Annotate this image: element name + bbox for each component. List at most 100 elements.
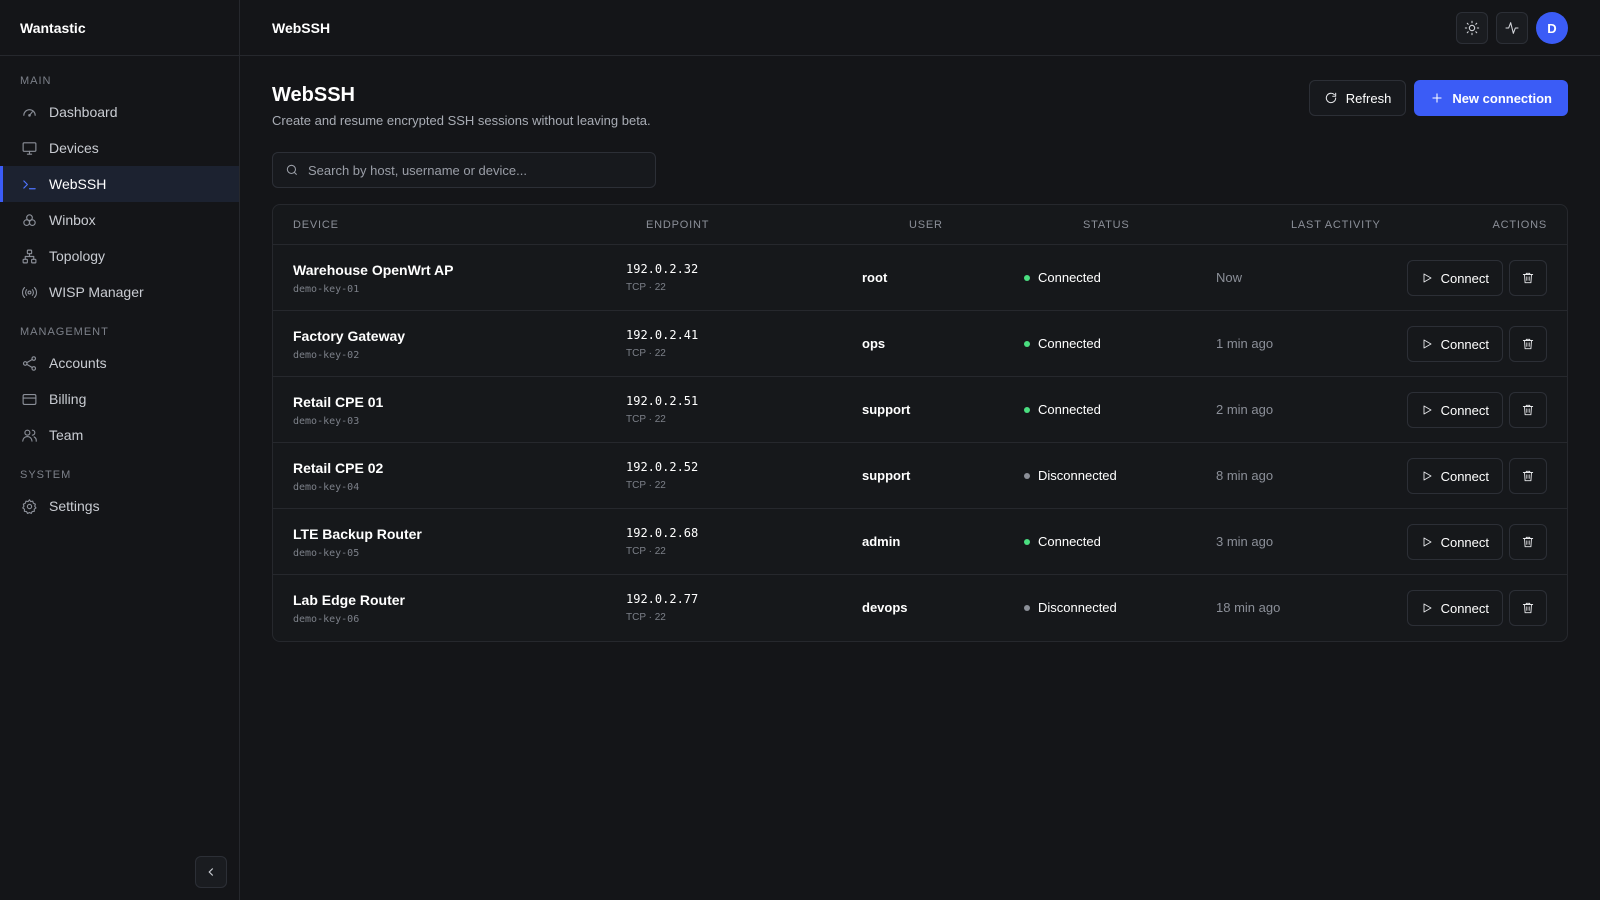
device-name[interactable]: Retail CPE 02 bbox=[293, 460, 383, 476]
endpoint-protocol: TCP · 22 bbox=[626, 348, 666, 359]
column-header-actions: ACTIONS bbox=[1492, 218, 1547, 231]
sidebar-item-label: Winbox bbox=[49, 212, 96, 228]
delete-button[interactable] bbox=[1509, 326, 1547, 362]
radio-icon bbox=[20, 283, 38, 301]
sidebar-item-devices[interactable]: Devices bbox=[0, 130, 239, 166]
new-connection-button[interactable]: New connection bbox=[1414, 80, 1568, 116]
sidebar-item-wisp-manager[interactable]: WISP Manager bbox=[0, 274, 239, 310]
monitor-icon bbox=[20, 139, 38, 157]
connect-button[interactable]: Connect bbox=[1406, 260, 1503, 296]
sidebar-item-settings[interactable]: Settings bbox=[0, 488, 239, 524]
column-header-user[interactable]: USER bbox=[909, 219, 943, 231]
device-key: demo-key-01 bbox=[293, 284, 360, 295]
endpoint-ip: 192.0.2.32 bbox=[626, 262, 699, 276]
column-header-last-activity[interactable]: LAST ACTIVITY bbox=[1291, 219, 1381, 231]
trash-icon bbox=[1522, 602, 1534, 614]
user-cell: admin bbox=[862, 534, 901, 549]
sidebar-item-billing[interactable]: Billing bbox=[0, 381, 239, 417]
user-cell: root bbox=[862, 270, 888, 285]
search-icon bbox=[286, 164, 298, 176]
device-name[interactable]: Lab Edge Router bbox=[293, 592, 405, 608]
user-cell: support bbox=[862, 402, 911, 417]
status-badge: Connected bbox=[1024, 270, 1101, 285]
device-name[interactable]: Retail CPE 01 bbox=[293, 394, 383, 410]
sun-icon bbox=[1464, 20, 1480, 36]
row-actions: Connect bbox=[1406, 392, 1547, 428]
status-dot-icon bbox=[1024, 538, 1030, 545]
sidebar-item-team[interactable]: Team bbox=[0, 417, 239, 453]
table-header: DEVICE ENDPOINT USER STATUS LAST ACTIVIT… bbox=[273, 205, 1567, 245]
status-badge: Connected bbox=[1024, 336, 1101, 351]
endpoint-protocol: TCP · 22 bbox=[626, 546, 666, 557]
status-label: Connected bbox=[1038, 534, 1101, 549]
theme-toggle-button[interactable] bbox=[1456, 12, 1488, 44]
share-icon bbox=[20, 354, 38, 372]
status-badge: Disconnected bbox=[1024, 600, 1117, 615]
sidebar-item-webssh[interactable]: WebSSH bbox=[0, 166, 239, 202]
endpoint-ip: 192.0.2.41 bbox=[626, 328, 699, 342]
sidebar-item-label: Billing bbox=[49, 391, 87, 407]
status-label: Connected bbox=[1038, 270, 1101, 285]
activity-icon bbox=[1505, 22, 1519, 34]
activity-button[interactable] bbox=[1496, 12, 1528, 44]
connect-button[interactable]: Connect bbox=[1406, 326, 1503, 362]
status-label: Disconnected bbox=[1038, 600, 1117, 615]
table-body: Warehouse OpenWrt AP demo-key-01 192.0.2… bbox=[273, 245, 1567, 641]
delete-button[interactable] bbox=[1509, 392, 1547, 428]
device-name[interactable]: LTE Backup Router bbox=[293, 526, 422, 542]
users-icon bbox=[20, 426, 38, 444]
connect-label: Connect bbox=[1440, 534, 1489, 550]
user-cell: support bbox=[862, 468, 911, 483]
play-icon bbox=[1423, 537, 1432, 547]
device-cell: Warehouse OpenWrt AP demo-key-01 bbox=[293, 262, 454, 295]
connect-button[interactable]: Connect bbox=[1406, 392, 1503, 428]
collapse-sidebar-button[interactable] bbox=[195, 856, 227, 888]
delete-button[interactable] bbox=[1509, 458, 1547, 494]
sidebar-item-winbox[interactable]: Winbox bbox=[0, 202, 239, 238]
trash-icon bbox=[1522, 536, 1534, 548]
sidebar-item-topology[interactable]: Topology bbox=[0, 238, 239, 274]
search-input[interactable] bbox=[308, 162, 638, 178]
brand-logo[interactable]: Wantastic bbox=[0, 0, 239, 56]
endpoint-cell: 192.0.2.77 TCP · 22 bbox=[626, 592, 698, 623]
endpoint-protocol: TCP · 22 bbox=[626, 282, 666, 293]
row-actions: Connect bbox=[1406, 458, 1547, 494]
endpoint-cell: 192.0.2.41 TCP · 22 bbox=[626, 328, 698, 359]
last-activity: 1 min ago bbox=[1216, 336, 1274, 351]
status-label: Disconnected bbox=[1038, 468, 1117, 483]
device-name[interactable]: Warehouse OpenWrt AP bbox=[293, 262, 454, 278]
endpoint-protocol: TCP · 22 bbox=[626, 612, 666, 623]
status-dot-icon bbox=[1024, 604, 1030, 611]
sidebar-item-label: Topology bbox=[49, 248, 106, 264]
refresh-button[interactable]: Refresh bbox=[1308, 80, 1407, 116]
nav-section-management: MANAGEMENT bbox=[20, 326, 109, 338]
connect-label: Connect bbox=[1440, 270, 1489, 286]
connect-label: Connect bbox=[1440, 336, 1489, 352]
new-connection-label: New connection bbox=[1452, 90, 1552, 106]
column-header-endpoint[interactable]: ENDPOINT bbox=[646, 219, 709, 231]
delete-button[interactable] bbox=[1509, 260, 1547, 296]
connect-button[interactable]: Connect bbox=[1406, 590, 1503, 626]
trash-icon bbox=[1522, 404, 1534, 416]
delete-button[interactable] bbox=[1509, 524, 1547, 560]
delete-button[interactable] bbox=[1509, 590, 1547, 626]
avatar[interactable]: D bbox=[1536, 12, 1568, 44]
connect-button[interactable]: Connect bbox=[1406, 524, 1503, 560]
column-header-status[interactable]: STATUS bbox=[1083, 219, 1130, 231]
sidebar-item-label: WISP Manager bbox=[49, 284, 144, 300]
connect-label: Connect bbox=[1440, 600, 1489, 616]
sidebar-item-accounts[interactable]: Accounts bbox=[0, 345, 239, 381]
connect-button[interactable]: Connect bbox=[1406, 458, 1503, 494]
table-row: Warehouse OpenWrt AP demo-key-01 192.0.2… bbox=[273, 245, 1567, 311]
row-actions: Connect bbox=[1406, 260, 1547, 296]
sidebar-item-dashboard[interactable]: Dashboard bbox=[0, 94, 239, 130]
device-name[interactable]: Factory Gateway bbox=[293, 328, 405, 344]
table-row: Retail CPE 01 demo-key-03 192.0.2.51 TCP… bbox=[273, 377, 1567, 443]
trash-icon bbox=[1522, 470, 1534, 482]
column-header-device[interactable]: DEVICE bbox=[293, 219, 339, 231]
status-dot-icon bbox=[1024, 340, 1030, 347]
play-icon bbox=[1423, 273, 1432, 283]
device-cell: Retail CPE 01 demo-key-03 bbox=[293, 394, 383, 427]
endpoint-ip: 192.0.2.68 bbox=[626, 526, 699, 540]
last-activity: 18 min ago bbox=[1216, 600, 1281, 615]
